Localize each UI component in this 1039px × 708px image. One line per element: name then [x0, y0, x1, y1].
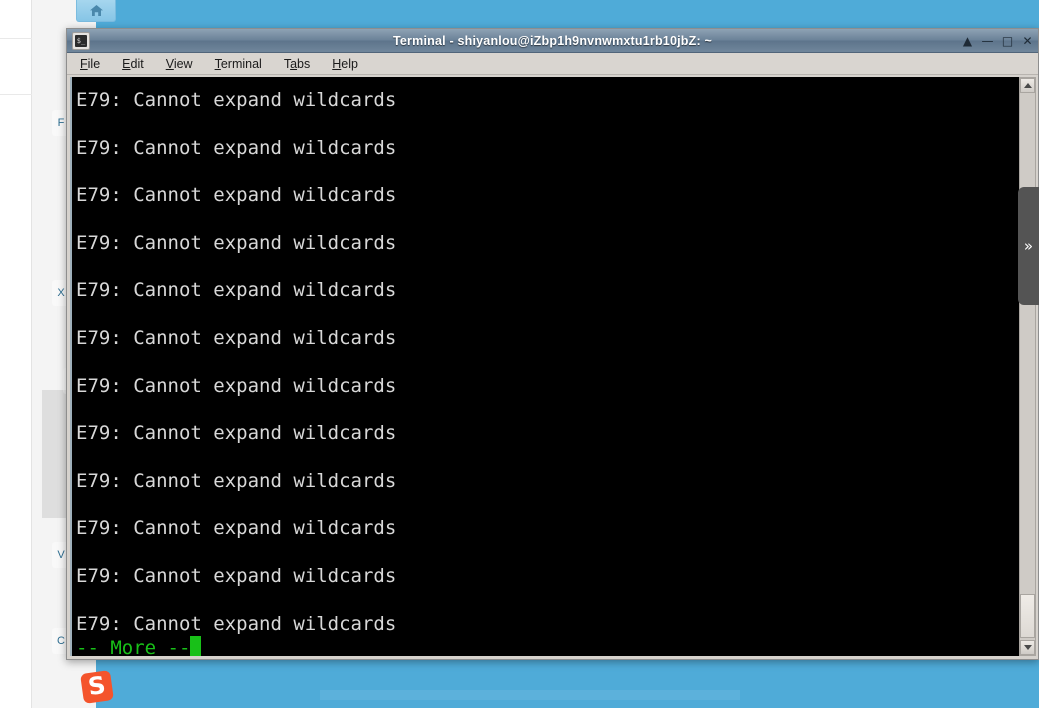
terminal-line: E79: Cannot expand wildcards — [76, 231, 397, 254]
close-button[interactable]: ✕ — [1021, 33, 1034, 49]
terminal-cursor — [190, 636, 202, 656]
sogou-logo-icon[interactable]: S — [80, 670, 114, 704]
menu-item-view[interactable]: View — [163, 56, 196, 72]
desktop-root: ‹ F X | V C S $_ Terminal - shiyanlou@iZ… — [0, 0, 1039, 708]
menu-item-edit[interactable]: Edit — [119, 56, 147, 72]
menu-item-tabs[interactable]: Tabs — [281, 56, 313, 72]
terminal-line: E79: Cannot expand wildcards — [76, 184, 397, 207]
scroll-down-button[interactable] — [1020, 640, 1035, 655]
home-button[interactable] — [76, 0, 116, 22]
more-prompt-text: -- More -- — [76, 637, 191, 656]
scroll-up-button[interactable] — [1020, 78, 1035, 93]
terminal-line: E79: Cannot expand wildcards — [76, 136, 397, 159]
terminal-line: E79: Cannot expand wildcards — [76, 517, 397, 540]
terminal-line: E79: Cannot expand wildcards — [76, 469, 397, 492]
terminal-line: E79: Cannot expand wildcards — [76, 374, 397, 397]
terminal-screen[interactable]: E79: Cannot expand wildcards E79: Cannot … — [70, 77, 1019, 656]
window-controls: ▲ — □ ✕ — [961, 29, 1034, 53]
menubar: File Edit View Terminal Tabs Help — [67, 53, 1038, 75]
terminal-glyph: $_ — [75, 34, 87, 47]
minimize-button[interactable]: — — [981, 33, 994, 49]
gutter-divider-1 — [0, 38, 32, 39]
terminal-output: E79: Cannot expand wildcards E79: Cannot … — [76, 77, 1019, 648]
taskbar-hint — [320, 690, 740, 700]
gutter-divider-2 — [0, 94, 32, 95]
edge-panel-toggle[interactable]: » — [1018, 187, 1039, 305]
menu-item-terminal[interactable]: Terminal — [212, 56, 265, 72]
terminal-status-line: -- More -- — [76, 635, 202, 656]
menu-item-file[interactable]: File — [77, 56, 103, 72]
window-title: Terminal - shiyanlou@iZbp1h9nvnwmxtu1rb1… — [393, 33, 712, 48]
terminal-window: $_ Terminal - shiyanlou@iZbp1h9nvnwmxtu1… — [66, 28, 1039, 660]
terminal-line: E79: Cannot expand wildcards — [76, 279, 397, 302]
terminal-app-icon: $_ — [72, 31, 90, 50]
left-gutter — [0, 0, 32, 708]
terminal-line: E79: Cannot expand wildcards — [76, 564, 397, 587]
scrollbar-thumb[interactable] — [1020, 594, 1035, 638]
window-titlebar[interactable]: $_ Terminal - shiyanlou@iZbp1h9nvnwmxtu1… — [67, 29, 1038, 53]
maximize-button[interactable]: □ — [1001, 33, 1014, 49]
terminal-line: E79: Cannot expand wildcards — [76, 89, 397, 111]
terminal-line: E79: Cannot expand wildcards — [76, 612, 397, 635]
shade-button[interactable]: ▲ — [961, 33, 974, 49]
terminal-body: E79: Cannot expand wildcards E79: Cannot … — [67, 75, 1038, 659]
home-icon — [89, 5, 103, 16]
menu-item-help[interactable]: Help — [329, 56, 361, 72]
triangle-down-icon — [1023, 645, 1032, 650]
terminal-line: E79: Cannot expand wildcards — [76, 422, 397, 445]
triangle-up-icon — [1023, 83, 1032, 88]
terminal-line: E79: Cannot expand wildcards — [76, 326, 397, 349]
terminal-scrollbar[interactable] — [1019, 77, 1036, 656]
